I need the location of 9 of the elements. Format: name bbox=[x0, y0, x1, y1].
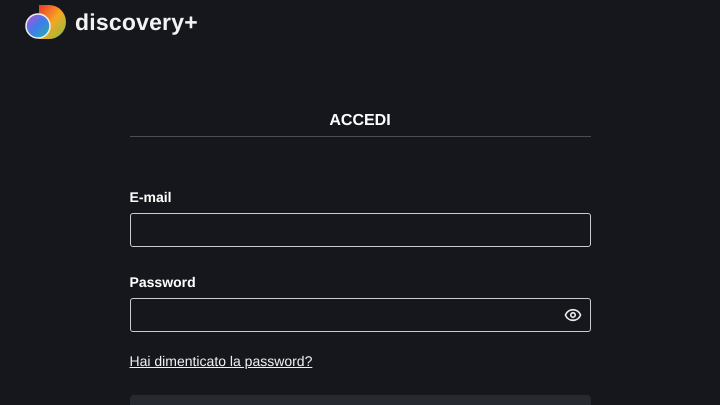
form-title: ACCEDI bbox=[329, 111, 391, 131]
field-label: E-mail bbox=[130, 189, 172, 205]
brand-name: discovery+ bbox=[75, 8, 198, 36]
password-field[interactable] bbox=[130, 298, 590, 332]
field-label: Password bbox=[130, 274, 196, 290]
email-field[interactable] bbox=[130, 213, 590, 247]
logo-icon bbox=[25, 4, 67, 40]
show-password-icon[interactable] bbox=[564, 306, 582, 324]
forgot-password-link[interactable]: Hai dimenticato la password? bbox=[130, 353, 312, 369]
